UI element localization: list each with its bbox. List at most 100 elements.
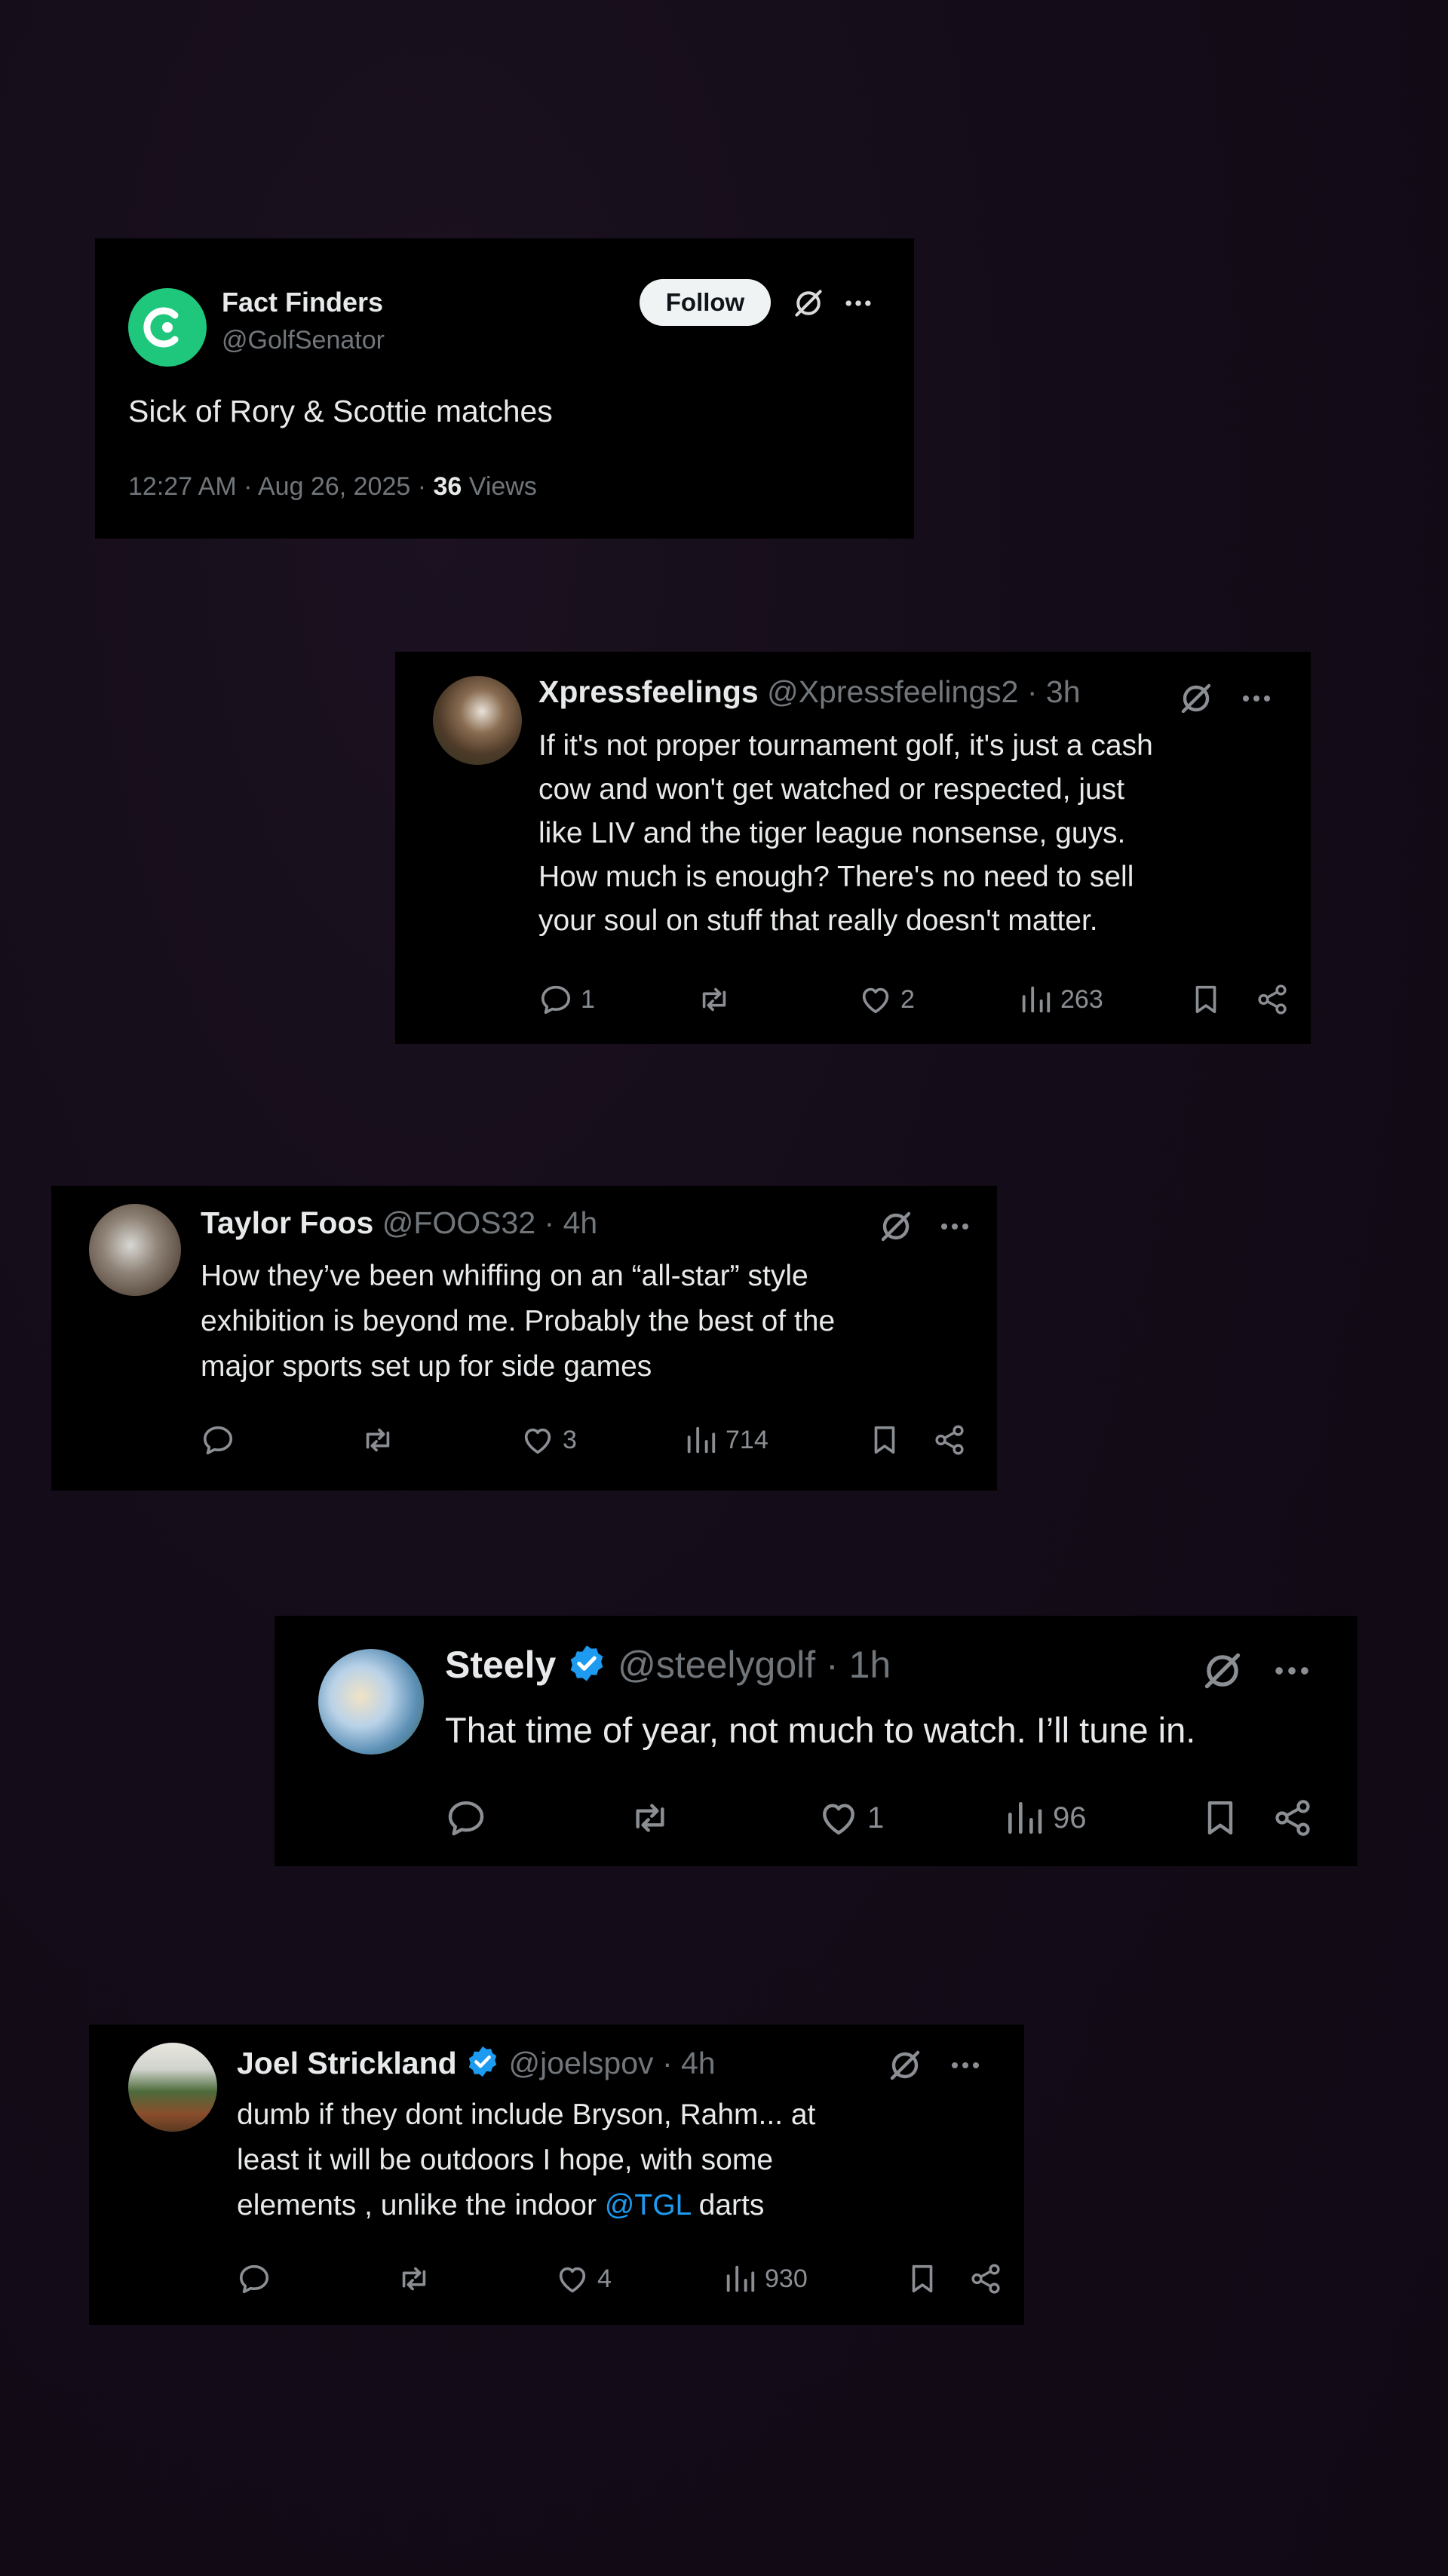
reply-text: How they’ve been whiffing on an “all-sta… [201, 1254, 835, 1389]
views-icon [683, 1423, 718, 1457]
grok-icon[interactable] [887, 2047, 923, 2083]
reply-button[interactable]: 1 [538, 982, 595, 1017]
repost-button[interactable] [397, 2261, 439, 2296]
author-handle[interactable]: @Xpressfeelings2 [767, 674, 1018, 709]
like-count: 1 [867, 1801, 885, 1835]
bookmark-button[interactable] [1189, 982, 1223, 1017]
bookmark-button[interactable] [867, 1423, 902, 1457]
like-count: 2 [900, 984, 915, 1014]
repost-button[interactable] [629, 1797, 679, 1839]
repost-button[interactable] [360, 1423, 403, 1457]
post-timestamp[interactable]: 12:27 AM · Aug 26, 2025 · [128, 472, 434, 501]
share-icon [932, 1423, 967, 1457]
views-button[interactable]: 714 [683, 1423, 768, 1457]
like-icon [555, 2261, 590, 2296]
views-count: 930 [765, 2264, 808, 2293]
grok-icon[interactable] [1178, 680, 1214, 717]
action-bar: 3 714 [201, 1417, 985, 1462]
follow-button[interactable]: Follow [640, 279, 771, 326]
mention-link[interactable]: @TGL [605, 2189, 691, 2221]
reply-card[interactable]: Joel Strickland @joelspov · 4h dumb if t… [89, 2025, 1024, 2325]
text-line: major sports set up for side games [201, 1350, 652, 1383]
author-name[interactable]: Steely [445, 1644, 556, 1686]
reply-card[interactable]: Taylor Foos @FOOS32 · 4h How they’ve bee… [51, 1186, 997, 1491]
author-handle[interactable]: @FOOS32 [382, 1205, 535, 1240]
reply-count: 1 [581, 984, 595, 1014]
reply-time[interactable]: · 3h [1027, 674, 1081, 709]
views-button[interactable]: 930 [722, 2261, 808, 2296]
post-meta: 12:27 AM · Aug 26, 2025 · 36 Views [128, 472, 537, 502]
views-button[interactable]: 96 [1003, 1797, 1087, 1839]
text-fragment: elements , unlike the indoor [237, 2189, 605, 2221]
avatar[interactable] [433, 676, 522, 765]
avatar[interactable] [128, 288, 207, 367]
more-icon[interactable] [947, 2047, 983, 2083]
verified-icon [465, 2044, 500, 2086]
share-icon [968, 2261, 1003, 2296]
like-count: 4 [597, 2264, 612, 2293]
grok-icon[interactable] [792, 287, 825, 320]
reply-text: That time of year, not much to watch. I’… [445, 1710, 1196, 1750]
reply-time[interactable]: · 4h [545, 1205, 598, 1240]
reply-text: dumb if they dont include Bryson, Rahm..… [237, 2092, 815, 2228]
action-bar: 4 930 [237, 2255, 1006, 2301]
grok-icon[interactable] [878, 1208, 914, 1245]
reply-button[interactable] [201, 1423, 243, 1457]
brand-logo-icon [143, 307, 179, 348]
repost-icon [697, 982, 732, 1017]
reply-button[interactable] [445, 1797, 495, 1839]
repost-button[interactable] [697, 982, 739, 1017]
like-button[interactable]: 4 [555, 2261, 612, 2296]
action-bar: 1 2 263 [538, 976, 1293, 1021]
views-button[interactable]: 263 [1018, 982, 1103, 1017]
more-icon[interactable] [842, 287, 875, 320]
repost-icon [629, 1797, 671, 1839]
reply-icon [201, 1423, 235, 1457]
views-count: 96 [1053, 1801, 1087, 1835]
text-line: How much is enough? There's no need to s… [538, 861, 1134, 893]
author-name[interactable]: Taylor Foos [201, 1205, 373, 1240]
share-button[interactable] [968, 2261, 1003, 2296]
reply-time[interactable]: · 1h [826, 1644, 891, 1686]
share-button[interactable] [932, 1423, 967, 1457]
share-button[interactable] [1272, 1797, 1314, 1839]
like-button[interactable]: 1 [818, 1797, 884, 1839]
text-line: How they’ve been whiffing on an “all-sta… [201, 1260, 808, 1292]
text-line: like LIV and the tiger league nonsense, … [538, 817, 1126, 849]
avatar[interactable] [318, 1649, 424, 1755]
share-button[interactable] [1255, 982, 1290, 1017]
reply-header: Taylor Foos @FOOS32 · 4h [201, 1205, 597, 1241]
repost-icon [360, 1423, 395, 1457]
author-handle[interactable]: @joelspov [508, 2046, 653, 2080]
author-handle[interactable]: @steelygolf [618, 1644, 815, 1686]
like-icon [520, 1423, 555, 1457]
avatar[interactable] [89, 1204, 181, 1296]
author-name[interactable]: Fact Finders [222, 287, 383, 318]
like-count: 3 [563, 1425, 577, 1454]
like-button[interactable]: 3 [520, 1423, 577, 1457]
avatar[interactable] [128, 2043, 217, 2132]
grok-icon[interactable] [1201, 1649, 1244, 1693]
author-handle[interactable]: @GolfSenator [222, 326, 385, 355]
more-icon[interactable] [1270, 1649, 1314, 1693]
views-icon [1003, 1797, 1045, 1839]
bookmark-button[interactable] [1199, 1797, 1241, 1839]
reply-card[interactable]: Steely @steelygolf · 1h That time of yea… [275, 1616, 1358, 1866]
views-icon [1018, 982, 1053, 1017]
reply-button[interactable] [237, 2261, 279, 2296]
reply-time[interactable]: · 4h [662, 2046, 716, 2080]
bookmark-icon [867, 1423, 902, 1457]
text-line: dumb if they dont include Bryson, Rahm..… [237, 2099, 816, 2131]
author-name[interactable]: Xpressfeelings [538, 674, 759, 709]
text-fragment: darts [690, 2189, 765, 2221]
bookmark-button[interactable] [905, 2261, 940, 2296]
reply-header: Joel Strickland @joelspov · 4h [237, 2044, 716, 2086]
more-icon[interactable] [1238, 680, 1275, 717]
reply-card[interactable]: Xpressfeelings @Xpressfeelings2 · 3h If … [395, 652, 1311, 1044]
like-button[interactable]: 2 [858, 982, 915, 1017]
reply-header: Xpressfeelings @Xpressfeelings2 · 3h [538, 674, 1081, 710]
bookmark-icon [905, 2261, 940, 2296]
author-name[interactable]: Joel Strickland [237, 2046, 457, 2080]
more-icon[interactable] [937, 1208, 973, 1245]
share-icon [1272, 1797, 1314, 1839]
